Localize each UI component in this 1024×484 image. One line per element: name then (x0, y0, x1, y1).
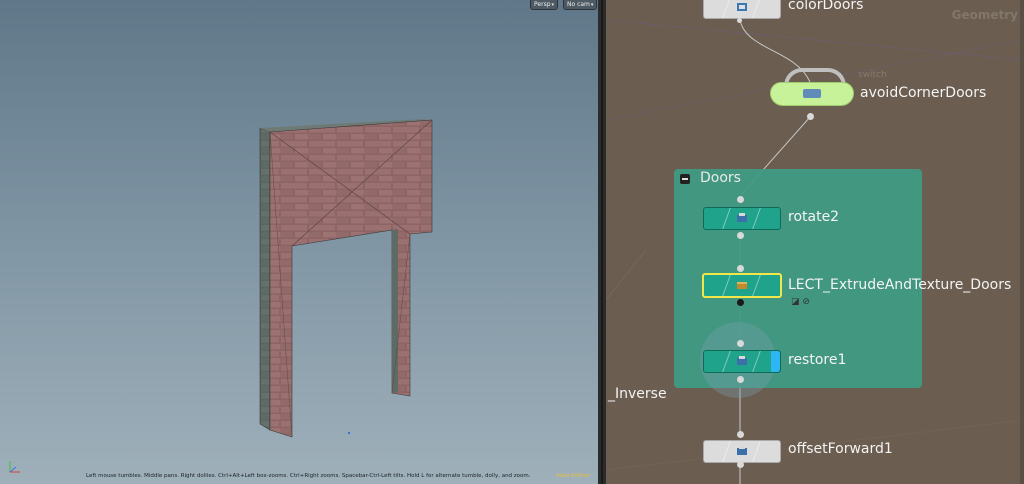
node-label-rotate2: rotate2 (788, 209, 840, 225)
node-stripe (752, 0, 761, 18)
network-context-label: Geometry (951, 8, 1018, 22)
node-label-restore1: restore1 (788, 352, 847, 368)
display-flag[interactable] (771, 351, 780, 372)
network-editor[interactable]: Geometry colorDoors switch avoidCornerDo… (606, 0, 1024, 484)
viewport-hint-text: Left mouse tumbles. Middle pans. Right d… (86, 473, 531, 479)
node-stripe (722, 441, 731, 462)
node-lect-extrude-texture[interactable] (702, 273, 782, 298)
network-box-title: Doors (700, 170, 741, 186)
node-label-colordoors: colorDoors (788, 0, 864, 13)
node-flags-icon: ◪ ⊘ (791, 297, 810, 307)
color-node-icon (737, 3, 747, 11)
pane-splitter[interactable] (598, 0, 606, 484)
node-stripe (722, 0, 731, 18)
switch-icon (803, 89, 821, 98)
input-connector[interactable] (737, 431, 744, 438)
collapse-toggle-icon[interactable] (680, 174, 690, 184)
node-stripe (752, 441, 761, 462)
node-label-offsetforward1: offsetForward1 (788, 441, 893, 457)
axis-gizmo-icon (9, 461, 20, 473)
edition-label: Indie Edition (556, 473, 591, 479)
transform-icon (737, 213, 747, 222)
node-label-lect: LECT_ExtrudeAndTexture_Doors (788, 277, 1012, 293)
output-connector[interactable] (807, 113, 814, 120)
node-type-ghost: switch (858, 70, 887, 80)
node-stripe (722, 275, 731, 296)
node-label-inverse: _Inverse (608, 386, 667, 402)
output-connector[interactable] (737, 232, 744, 239)
node-colordoors[interactable] (703, 0, 781, 19)
node-avoidcornerdoors[interactable] (770, 82, 854, 106)
node-label-avoidcornerdoors: avoidCornerDoors (860, 85, 987, 101)
input-connector[interactable] (737, 265, 744, 272)
output-connector[interactable] (737, 461, 744, 468)
node-stripe (752, 275, 761, 296)
node-stripe (722, 351, 731, 372)
scene-viewport[interactable]: Persp▾ No cam▾ Left mouse tumbles. Middl… (0, 0, 598, 484)
node-restore1[interactable] (703, 350, 781, 373)
output-connector[interactable] (737, 18, 742, 23)
pane-edge (1020, 0, 1024, 484)
input-connector[interactable] (737, 196, 744, 203)
node-stripe (722, 208, 731, 229)
transform-icon (737, 446, 747, 455)
input-connector[interactable] (737, 340, 744, 347)
transform-icon (737, 356, 747, 365)
output-connector[interactable] (737, 299, 744, 306)
node-stripe (752, 351, 761, 372)
node-offsetforward1[interactable] (703, 440, 781, 463)
origin-marker (348, 432, 350, 434)
node-stripe (752, 208, 761, 229)
hda-box-icon (737, 282, 747, 289)
door-frame-model (259, 119, 433, 438)
node-rotate2[interactable] (703, 207, 781, 230)
output-connector[interactable] (737, 376, 744, 383)
